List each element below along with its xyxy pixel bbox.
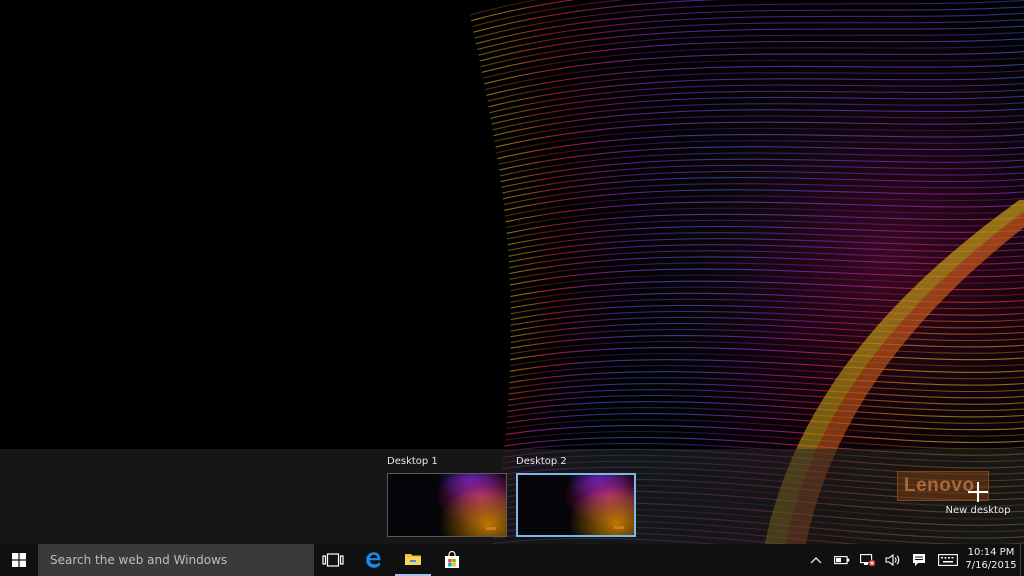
- show-desktop-button[interactable]: [1020, 544, 1024, 576]
- clock-time: 10:14 PM: [967, 547, 1015, 558]
- search-box[interactable]: [38, 544, 314, 576]
- volume-icon: [885, 553, 900, 567]
- store-icon: [445, 551, 459, 568]
- search-input[interactable]: [48, 552, 302, 568]
- new-desktop-label: New desktop: [945, 505, 1011, 516]
- action-center-button[interactable]: [908, 544, 930, 576]
- task-view-icon: [322, 553, 344, 567]
- network-button[interactable]: [857, 544, 879, 576]
- edge-browser-button[interactable]: [356, 544, 392, 576]
- keyboard-icon: [938, 554, 958, 566]
- file-explorer-icon: [405, 554, 421, 565]
- clock-date: 7/16/2015: [965, 560, 1017, 571]
- edge-icon: [366, 552, 381, 568]
- start-button[interactable]: [0, 544, 38, 576]
- task-view-button[interactable]: [314, 544, 352, 576]
- chevron-up-icon: [810, 557, 822, 564]
- new-desktop-button[interactable]: New desktop: [940, 476, 1016, 522]
- clock[interactable]: 10:14 PM 7/16/2015: [962, 546, 1020, 574]
- virtual-desktops-strip: Desktop 1 Desktop 2: [0, 449, 1024, 544]
- network-icon: [860, 554, 876, 567]
- show-hidden-icons-button[interactable]: [806, 544, 826, 576]
- action-center-icon: [913, 554, 925, 566]
- volume-button[interactable]: [882, 544, 904, 576]
- desktop-1-thumbnail[interactable]: [387, 473, 507, 537]
- desktop-2-label: Desktop 2: [516, 456, 567, 467]
- battery-button[interactable]: [831, 544, 853, 576]
- file-explorer-button[interactable]: [395, 544, 431, 576]
- taskbar: 10:14 PM 7/16/2015: [0, 544, 1024, 576]
- desktop-2-thumbnail[interactable]: [516, 473, 636, 537]
- windows-logo-icon: [12, 553, 26, 567]
- touch-keyboard-button[interactable]: [935, 544, 961, 576]
- store-button[interactable]: [434, 544, 470, 576]
- plus-icon: [968, 482, 988, 502]
- battery-icon: [834, 556, 850, 565]
- desktop-1-label: Desktop 1: [387, 456, 438, 467]
